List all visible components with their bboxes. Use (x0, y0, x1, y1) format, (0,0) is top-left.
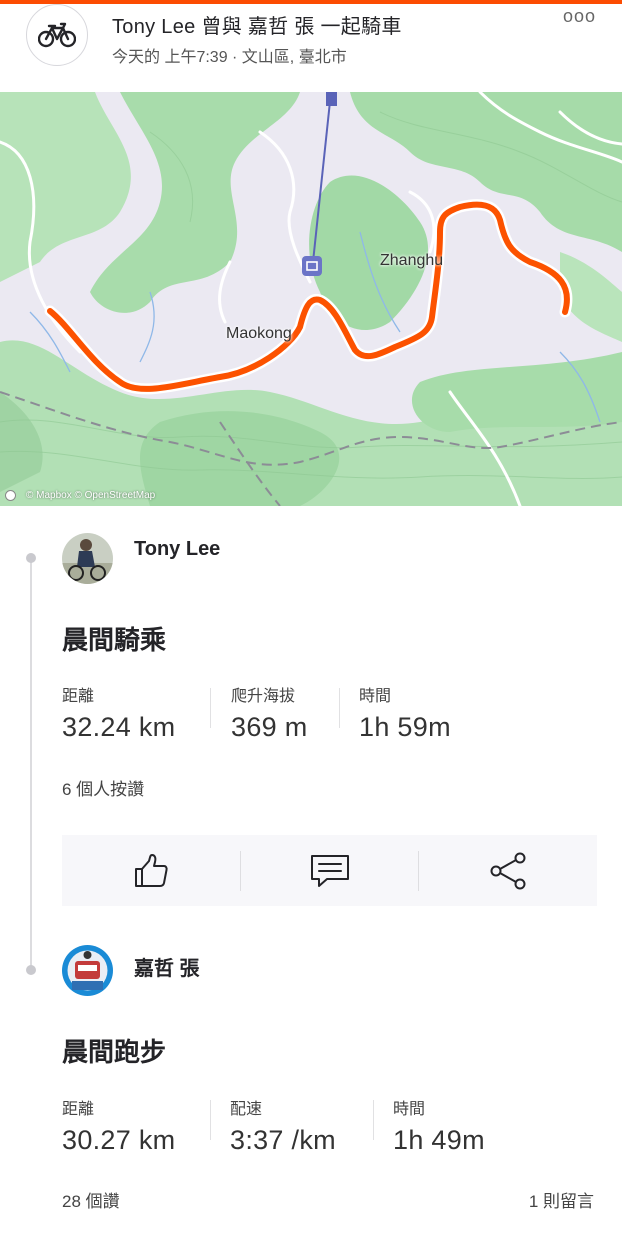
map-attribution[interactable]: © Mapbox © OpenStreetMap (26, 490, 155, 501)
stat-divider (210, 1100, 211, 1140)
bicycle-icon (38, 22, 76, 48)
comment-icon (310, 854, 349, 887)
athlete-name[interactable]: Tony Lee (134, 538, 220, 561)
share-button[interactable] (419, 835, 597, 906)
timeline-dot (26, 553, 36, 563)
stat-value: 1h 59m (359, 712, 451, 742)
mapbox-logo-icon[interactable] (5, 490, 16, 501)
stat-value: 30.27 km (62, 1125, 176, 1155)
kudos-count[interactable]: 6 個人按讚 (62, 775, 144, 800)
avatar-photo (62, 533, 113, 584)
stat-elevation: 爬升海拔 369 m (231, 682, 308, 743)
activity-datetime-location: 今天的 上午7:39 · 文山區, 臺北市 (112, 49, 347, 66)
map-label-zhanghu: Zhanghu (380, 252, 444, 269)
stat-label: 時間 (359, 688, 392, 705)
sport-badge (26, 4, 88, 66)
share-icon (490, 852, 526, 889)
kudos-count[interactable]: 28 個讚 (62, 1187, 120, 1212)
stat-divider (373, 1100, 374, 1140)
group-activity-header: Tony Lee 曾與 嘉哲 張 一起騎車 今天的 上午7:39 · 文山區, … (0, 4, 622, 92)
activity-title[interactable]: 晨間跑步 (62, 1032, 166, 1069)
timeline-dot (26, 965, 36, 975)
stat-divider (339, 688, 340, 728)
avatar[interactable] (62, 945, 113, 996)
avatar[interactable] (62, 533, 113, 584)
stat-time: 時間 1h 59m (359, 682, 451, 743)
avatar-photo (62, 945, 113, 996)
stat-value: 3:37 /km (230, 1125, 336, 1155)
stat-value: 369 m (231, 712, 308, 742)
action-bar (62, 835, 597, 906)
stat-pace: 配速 3:37 /km (230, 1095, 336, 1156)
stat-value: 32.24 km (62, 712, 176, 742)
stat-distance: 距離 32.24 km (62, 682, 175, 743)
stat-label: 距離 (62, 1101, 95, 1118)
thumbs-up-icon (134, 853, 168, 887)
comment-button[interactable] (241, 835, 419, 906)
stat-label: 距離 (62, 688, 95, 705)
stat-value: 1h 49m (393, 1125, 485, 1155)
map-label-maokong: Maokong (226, 325, 292, 342)
stat-label: 爬升海拔 (231, 688, 296, 705)
stat-time: 時間 1h 49m (393, 1095, 485, 1156)
stat-distance: 距離 30.27 km (62, 1095, 175, 1156)
route-map[interactable]: Zhanghu Maokong © Mapbox © OpenStreetMap (0, 92, 622, 506)
stat-label: 時間 (393, 1101, 426, 1118)
group-activity-title[interactable]: Tony Lee 曾與 嘉哲 張 一起騎車 (112, 10, 402, 39)
more-options-icon[interactable]: ooo (563, 6, 596, 27)
kudos-button[interactable] (62, 835, 240, 906)
activity-title[interactable]: 晨間騎乘 (62, 620, 166, 657)
map-canvas (0, 92, 622, 506)
athlete-name[interactable]: 嘉哲 張 (134, 952, 200, 981)
timeline-connector (30, 558, 32, 970)
stat-divider (210, 688, 211, 728)
stat-label: 配速 (230, 1101, 263, 1118)
comment-count[interactable]: 1 則留言 (529, 1187, 594, 1212)
